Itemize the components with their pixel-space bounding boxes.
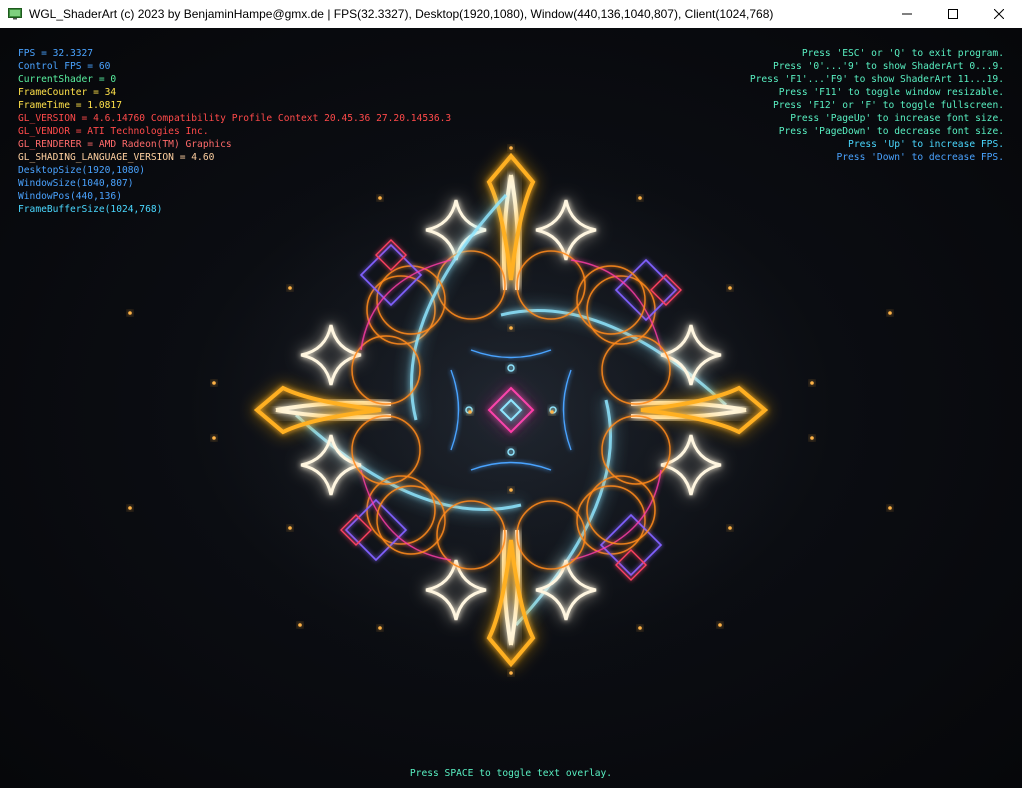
- stats-line: WindowSize(1040,807): [18, 178, 134, 189]
- sparkle: [128, 311, 132, 315]
- minimize-icon: [902, 13, 912, 15]
- stats-line: FPS = 32.3327: [18, 48, 94, 59]
- window-controls: [884, 0, 1022, 28]
- app-window: WGL_ShaderArt (c) 2023 by BenjaminHampe@…: [0, 0, 1022, 788]
- stats-line: GL_RENDERER = AMD Radeon(TM) Graphics: [18, 139, 232, 150]
- sparkle: [288, 286, 292, 290]
- sparkle: [888, 311, 892, 315]
- sparkle: [509, 671, 513, 675]
- help-overlay: Press 'ESC' or 'Q' to exit program. Press…: [750, 47, 1004, 164]
- sparkle: [509, 488, 513, 492]
- render-surface[interactable]: FPS = 32.3327 Control FPS = 60 CurrentShad…: [0, 28, 1022, 788]
- maximize-button[interactable]: [930, 0, 976, 28]
- sparkle: [810, 436, 814, 440]
- sparkle: [888, 506, 892, 510]
- sparkle: [468, 410, 472, 414]
- stats-line: FrameTime = 1.0817: [18, 100, 122, 111]
- stats-line: WindowPos(440,136): [18, 191, 122, 202]
- maximize-icon: [948, 9, 958, 19]
- sparkle: [550, 410, 554, 414]
- help-line: Press 'PageDown' to decrease font size.: [778, 126, 1004, 137]
- sparkle: [509, 146, 513, 150]
- help-line: Press '0'...'9' to show ShaderArt 0...9.: [772, 61, 1004, 72]
- sparkle: [810, 381, 814, 385]
- sparkle: [378, 626, 382, 630]
- stats-line: CurrentShader = 0: [18, 74, 117, 85]
- help-line: Press 'Up' to increase FPS.: [848, 139, 1004, 150]
- help-line: Press 'F12' or 'F' to toggle fullscreen.: [772, 100, 1004, 111]
- sparkle: [298, 623, 302, 627]
- sparkle: [728, 286, 732, 290]
- window-title: WGL_ShaderArt (c) 2023 by BenjaminHampe@…: [29, 7, 774, 21]
- stats-line: Control FPS = 60: [18, 61, 111, 72]
- stats-line: FrameCounter = 34: [18, 87, 117, 98]
- sparkle: [509, 326, 513, 330]
- monitor-icon: [8, 7, 22, 21]
- sparkle: [128, 506, 132, 510]
- help-line: Press 'PageUp' to increase font size.: [790, 113, 1004, 124]
- title-bar[interactable]: WGL_ShaderArt (c) 2023 by BenjaminHampe@…: [0, 0, 1022, 28]
- help-line: Press 'ESC' or 'Q' to exit program.: [801, 48, 1004, 59]
- help-line: Press 'F1'...'F9' to show ShaderArt 11..…: [749, 74, 1004, 85]
- sparkle: [638, 626, 642, 630]
- overlay-toggle-hint: Press SPACE to toggle text overlay.: [409, 768, 613, 779]
- stats-line: GL_SHADING_LANGUAGE_VERSION = 4.60: [18, 152, 215, 163]
- minimize-button[interactable]: [884, 0, 930, 28]
- close-icon: [994, 9, 1004, 19]
- sparkle: [288, 526, 292, 530]
- help-line: Press 'F11' to toggle window resizable.: [778, 87, 1004, 98]
- sparkle: [718, 623, 722, 627]
- stats-overlay: FPS = 32.3327 Control FPS = 60 CurrentShad…: [18, 47, 451, 216]
- help-line: Press 'Down' to decrease FPS.: [836, 152, 1004, 163]
- sparkle: [728, 526, 732, 530]
- sparkle: [212, 381, 216, 385]
- stats-line: FrameBufferSize(1024,768): [18, 204, 163, 215]
- sparkle: [212, 436, 216, 440]
- stats-line: DesktopSize(1920,1080): [18, 165, 146, 176]
- stats-line: GL_VENDOR = ATI Technologies Inc.: [18, 126, 209, 137]
- sparkle: [638, 196, 642, 200]
- stats-line: GL_VERSION = 4.6.14760 Compatibility Pro…: [18, 113, 452, 124]
- close-button[interactable]: [976, 0, 1022, 28]
